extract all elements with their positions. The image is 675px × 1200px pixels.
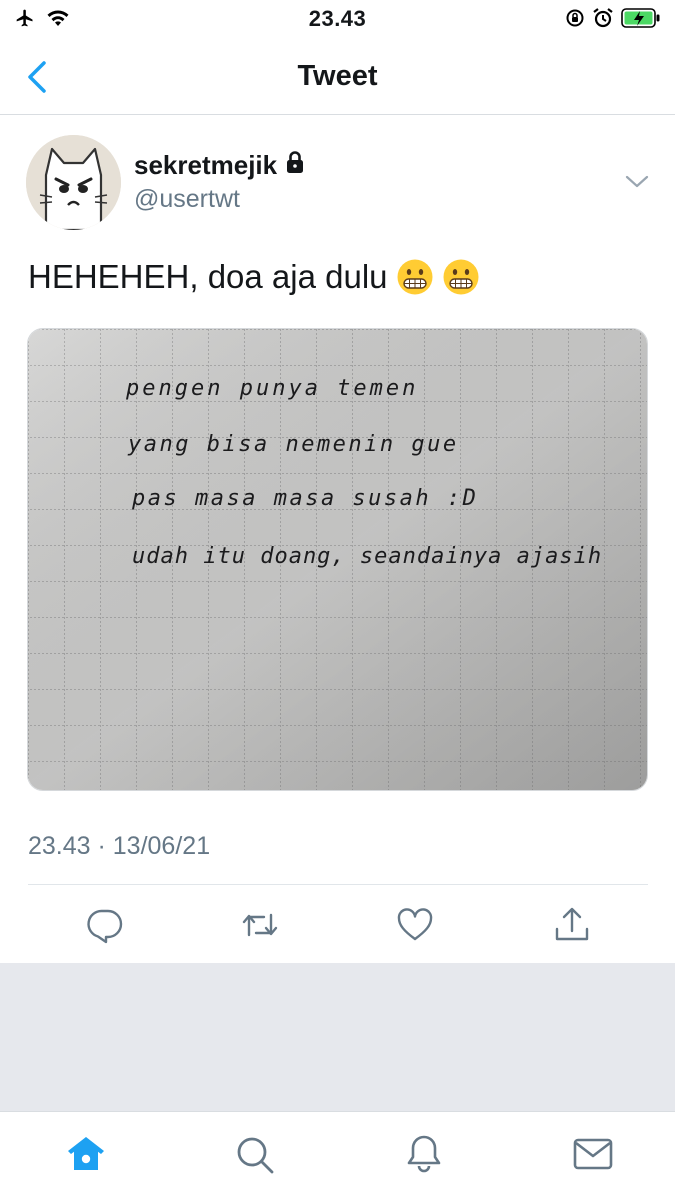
reply-button[interactable]: [85, 905, 125, 945]
display-name-text: sekretmejik: [134, 150, 278, 180]
like-icon: [395, 908, 435, 949]
handwritten-line: pas masa masa susah :D: [131, 486, 478, 511]
handwritten-line: udah itu doang, seandainya ajasih: [132, 544, 602, 569]
retweet-button[interactable]: [240, 905, 280, 945]
alarm-icon: [592, 7, 614, 34]
home-icon: [64, 1137, 108, 1180]
tweet-timestamp: 23.43 · 13/06/21: [28, 832, 211, 860]
tab-notifications[interactable]: [402, 1132, 446, 1176]
share-button[interactable]: [552, 905, 592, 945]
grimacing-face-emoji: [396, 258, 434, 296]
lock-icon: [285, 150, 305, 181]
tweet-actions: [0, 885, 675, 963]
more-button[interactable]: [622, 168, 652, 196]
tweet-text-content: HEHEHEH, doa aja dulu: [28, 258, 388, 295]
avatar[interactable]: [26, 135, 121, 230]
nav-bar: Tweet: [0, 40, 675, 115]
chevron-down-icon: [622, 175, 652, 200]
retweet-icon: [240, 913, 280, 949]
notifications-icon: [402, 1135, 446, 1180]
battery-charging-icon: [621, 7, 661, 34]
search-icon: [232, 1137, 276, 1180]
like-button[interactable]: [395, 905, 435, 945]
tab-home[interactable]: [64, 1132, 108, 1176]
share-icon: [552, 907, 592, 949]
display-name[interactable]: sekretmejik: [134, 150, 305, 181]
username[interactable]: @usertwt: [134, 185, 240, 214]
handwritten-line: pengen punya temen: [125, 376, 418, 401]
status-right: [565, 7, 661, 34]
tab-bar: [0, 1111, 675, 1200]
tab-search[interactable]: [232, 1132, 276, 1176]
rotation-lock-icon: [565, 8, 585, 33]
empty-area: [0, 963, 675, 1111]
handwritten-line: yang bisa nemenin gue: [127, 432, 459, 457]
reply-icon: [85, 909, 125, 949]
tweet-text: HEHEHEH, doa aja dulu: [28, 258, 480, 296]
tab-messages[interactable]: [571, 1132, 615, 1176]
grimacing-face-emoji: [442, 258, 480, 296]
status-bar: 23.43: [0, 0, 675, 40]
messages-icon: [571, 1138, 615, 1180]
page-title: Tweet: [297, 60, 378, 92]
tweet-media-image[interactable]: pengen punya temen yang bisa nemenin gue…: [27, 328, 648, 791]
